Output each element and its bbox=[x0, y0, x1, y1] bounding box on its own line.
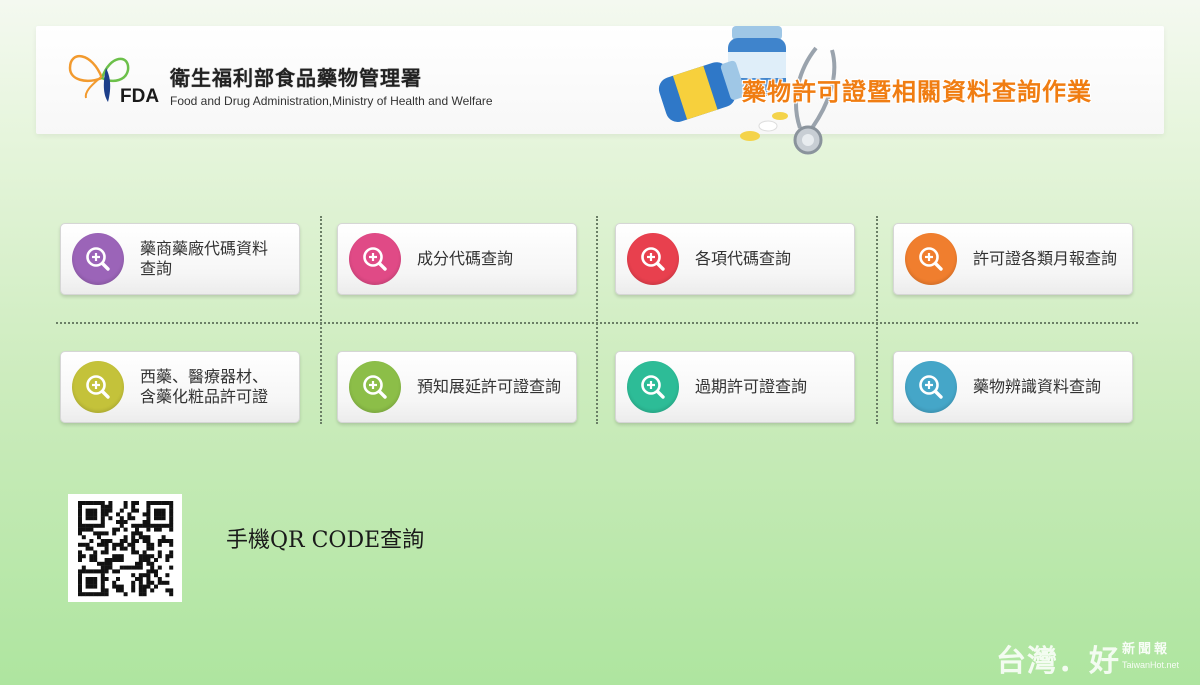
button-label: 成分代碼查詢 bbox=[417, 249, 514, 268]
search-icon bbox=[627, 361, 679, 413]
button-label: 預知展延許可證查詢 bbox=[417, 377, 562, 396]
fda-mark: FDA bbox=[120, 86, 160, 107]
search-icon bbox=[905, 233, 957, 285]
qr-code-icon bbox=[78, 501, 174, 597]
app-title: 藥物許可證暨相關資料查詢作業 bbox=[742, 78, 1092, 106]
button-label: 西藥、醫療器材、 含藥化粧品許可證 bbox=[140, 367, 269, 406]
grid-divider bbox=[596, 216, 598, 424]
button-ingredient-code-query[interactable]: 成分代碼查詢 bbox=[337, 223, 577, 295]
search-icon bbox=[905, 361, 957, 413]
button-label: 許可證各類月報查詢 bbox=[973, 249, 1118, 268]
grid-divider bbox=[56, 322, 1138, 324]
search-icon bbox=[349, 361, 401, 413]
qr-code-label: 手機QR CODE查詢 bbox=[226, 528, 425, 553]
qr-code[interactable] bbox=[68, 494, 182, 602]
button-license-monthly-report-query[interactable]: 許可證各類月報查詢 bbox=[893, 223, 1133, 295]
grid-divider bbox=[876, 216, 878, 424]
watermark-news: 新聞報 bbox=[1122, 642, 1171, 657]
button-label: 各項代碼查詢 bbox=[695, 249, 792, 268]
header-banner: FDA 衛生福利部食品藥物管理署 Food and Drug Administr… bbox=[36, 26, 1164, 155]
button-label: 藥商藥廠代碼資料 查詢 bbox=[140, 239, 269, 278]
button-dealer-factory-code-query[interactable]: 藥商藥廠代碼資料 查詢 bbox=[60, 223, 300, 295]
org-name-en: Food and Drug Administration,Ministry of… bbox=[170, 94, 493, 108]
button-expired-license-query[interactable]: 過期許可證查詢 bbox=[615, 351, 855, 423]
button-drug-device-cosmetic-license[interactable]: 西藥、醫療器材、 含藥化粧品許可證 bbox=[60, 351, 300, 423]
button-label: 過期許可證查詢 bbox=[695, 377, 808, 396]
button-upcoming-renewal-query[interactable]: 預知展延許可證查詢 bbox=[337, 351, 577, 423]
search-icon bbox=[627, 233, 679, 285]
org-name-zh: 衛生福利部食品藥物管理署 bbox=[170, 66, 422, 90]
search-icon bbox=[349, 233, 401, 285]
search-icon bbox=[72, 361, 124, 413]
watermark-url: TaiwanHot.net bbox=[1122, 660, 1180, 670]
grid-divider bbox=[320, 216, 322, 424]
watermark-brand: 台灣．好 bbox=[996, 644, 1120, 679]
button-label: 藥物辨識資料查詢 bbox=[973, 377, 1102, 396]
button-drug-identification-query[interactable]: 藥物辨識資料查詢 bbox=[893, 351, 1133, 423]
button-various-code-query[interactable]: 各項代碼查詢 bbox=[615, 223, 855, 295]
search-icon bbox=[72, 233, 124, 285]
